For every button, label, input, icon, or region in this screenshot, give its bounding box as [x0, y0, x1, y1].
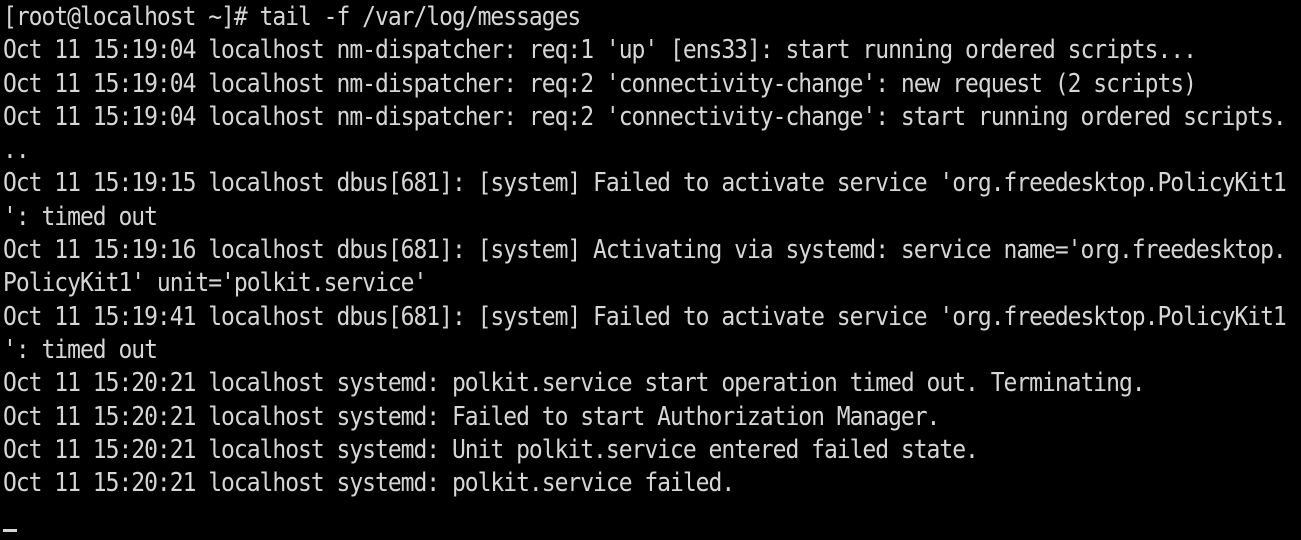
terminal-line: Oct 11 15:20:21 localhost systemd: polki…	[3, 368, 1146, 398]
terminal-line: Oct 11 15:19:16 localhost dbus[681]: [sy…	[3, 235, 1287, 265]
terminal-line: ..	[3, 135, 30, 165]
terminal-line: Oct 11 15:20:21 localhost systemd: Unit …	[3, 435, 979, 465]
terminal-line: Oct 11 15:19:04 localhost nm-dispatcher:…	[3, 35, 1197, 65]
terminal-line: Oct 11 15:19:41 localhost dbus[681]: [sy…	[3, 302, 1287, 332]
terminal-line: Oct 11 15:19:04 localhost nm-dispatcher:…	[3, 102, 1287, 132]
terminal-console[interactable]: [root@localhost ~]# tail -f /var/log/mes…	[0, 0, 1301, 540]
terminal-line: Oct 11 15:19:15 localhost dbus[681]: [sy…	[3, 168, 1287, 198]
terminal-line: PolicyKit1' unit='polkit.service'	[3, 268, 427, 298]
terminal-line: Oct 11 15:20:21 localhost systemd: polki…	[3, 468, 735, 498]
terminal-line: Oct 11 15:20:21 localhost systemd: Faile…	[3, 401, 940, 432]
terminal-line: ': timed out	[3, 202, 158, 232]
terminal-line-prompt: [root@localhost ~]# tail -f /var/log/mes…	[3, 2, 581, 32]
terminal-line: ': timed out	[3, 335, 158, 365]
text-cursor	[3, 529, 17, 533]
terminal-line: Oct 11 15:19:04 localhost nm-dispatcher:…	[3, 68, 1197, 99]
